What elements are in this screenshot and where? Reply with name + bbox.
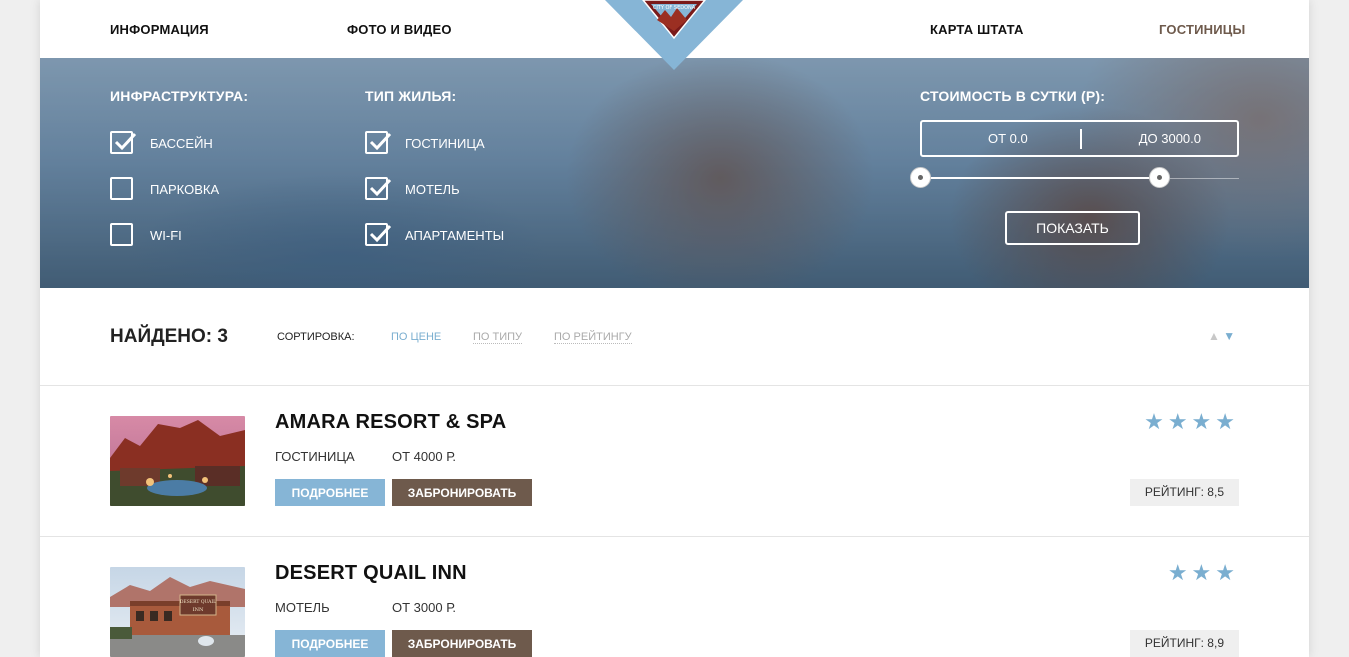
hotel-rating: РЕЙТИНГ: 8,9 [1129,630,1239,657]
check-icon [369,132,392,151]
price-to[interactable]: ДО 3000.0 [1139,131,1201,146]
sort-desc-icon[interactable]: ▼ [1223,329,1235,343]
divider [40,536,1309,537]
city-of-sedona-logo[interactable]: CITY OF SEDONA [641,0,707,42]
hotel-book-button[interactable]: ЗАБРОНИРОВАТЬ [392,479,532,506]
checkbox-pool-label: БАССЕЙН [150,136,213,151]
logo-text: CITY OF SEDONA [653,5,696,11]
nav-photo-video-link[interactable]: ФОТО И ВИДЕО [347,22,452,37]
checkbox-pool[interactable] [110,131,137,154]
checkbox-parking[interactable] [110,177,133,200]
price-slider-selected [920,177,1160,179]
price-separator [1080,129,1082,149]
nav-state-map-link[interactable]: КАРТА ШТАТА [930,22,1024,37]
checkbox-wifi[interactable] [110,223,133,246]
hotel-type: ГОСТИНИЦА [275,449,355,464]
sort-by-rating[interactable]: ПО РЕЙТИНГУ [554,331,632,344]
show-button[interactable]: ПОКАЗАТЬ [1005,211,1140,245]
check-icon [114,132,137,151]
filter-panel: ИНФРАСТРУКТУРА: БАССЕЙН ПАРКОВКА WI-FI Т… [40,58,1309,288]
sort-by-type[interactable]: ПО ТИПУ [473,331,523,344]
housing-type-title: ТИП ЖИЛЬЯ: [365,88,457,104]
nav-info-link[interactable]: ИНФОРМАЦИЯ [110,22,209,37]
checkbox-motel-label: МОТЕЛЬ [405,182,460,197]
hotel-stars: ★★★★ [1144,409,1239,434]
checkbox-apartments[interactable] [365,223,392,246]
price-slider-min-handle[interactable] [910,167,931,188]
hotel-stars: ★★★ [1167,560,1239,585]
hotel-details-button[interactable]: ПОДРОБНЕЕ [275,630,385,657]
hotel-image[interactable]: DESERT QUAIL INN [110,567,245,657]
checkbox-hotel[interactable] [365,131,392,154]
checkbox-motel[interactable] [365,177,392,200]
divider [40,385,1309,386]
sort-label: СОРТИРОВКА: [277,331,355,343]
hotel-sign-text: INN [193,607,204,613]
nav-hotels-link[interactable]: ГОСТИНИЦЫ [1159,22,1245,37]
checkbox-hotel-label: ГОСТИНИЦА [405,136,485,151]
hotel-photo-resort [110,416,245,506]
infrastructure-title: ИНФРАСТРУКТУРА: [110,88,249,104]
hotel-rating: РЕЙТИНГ: 8,5 [1129,479,1239,506]
checkbox-apartments-label: АПАРТАМЕНТЫ [405,228,505,243]
sort-by-price[interactable]: ПО ЦЕНЕ [391,331,441,343]
hotel-name[interactable]: AMARA RESORT & SPA [275,411,506,434]
check-icon [369,224,392,243]
hotel-price: ОТ 3000 Р. [392,600,457,615]
price-from[interactable]: ОТ 0.0 [988,131,1028,146]
hotel-sign-text: DESERT QUAIL [180,599,216,605]
hotel-image[interactable] [110,416,245,506]
hotel-photo-inn: DESERT QUAIL INN [110,567,245,657]
hotel-type: МОТЕЛЬ [275,600,330,615]
sort-asc-icon[interactable]: ▲ [1208,329,1220,343]
hotel-details-button[interactable]: ПОДРОБНЕЕ [275,479,385,506]
page: ИНФОРМАЦИЯ ФОТО И ВИДЕО КАРТА ШТАТА ГОСТ… [40,0,1309,657]
hotel-book-button[interactable]: ЗАБРОНИРОВАТЬ [392,630,532,657]
hotel-price: ОТ 4000 Р. [392,449,457,464]
hotel-name[interactable]: DESERT QUAIL INN [275,562,467,585]
results-count: НАЙДЕНО: 3 [110,326,228,347]
check-icon [369,178,392,197]
checkbox-parking-label: ПАРКОВКА [150,182,220,197]
price-range-display: ОТ 0.0 ДО 3000.0 [920,120,1239,157]
sort-direction: ▲ ▼ [1208,329,1235,343]
price-title: СТОИМОСТЬ В СУТКИ (Р): [920,88,1106,104]
checkbox-wifi-label: WI-FI [150,228,182,243]
